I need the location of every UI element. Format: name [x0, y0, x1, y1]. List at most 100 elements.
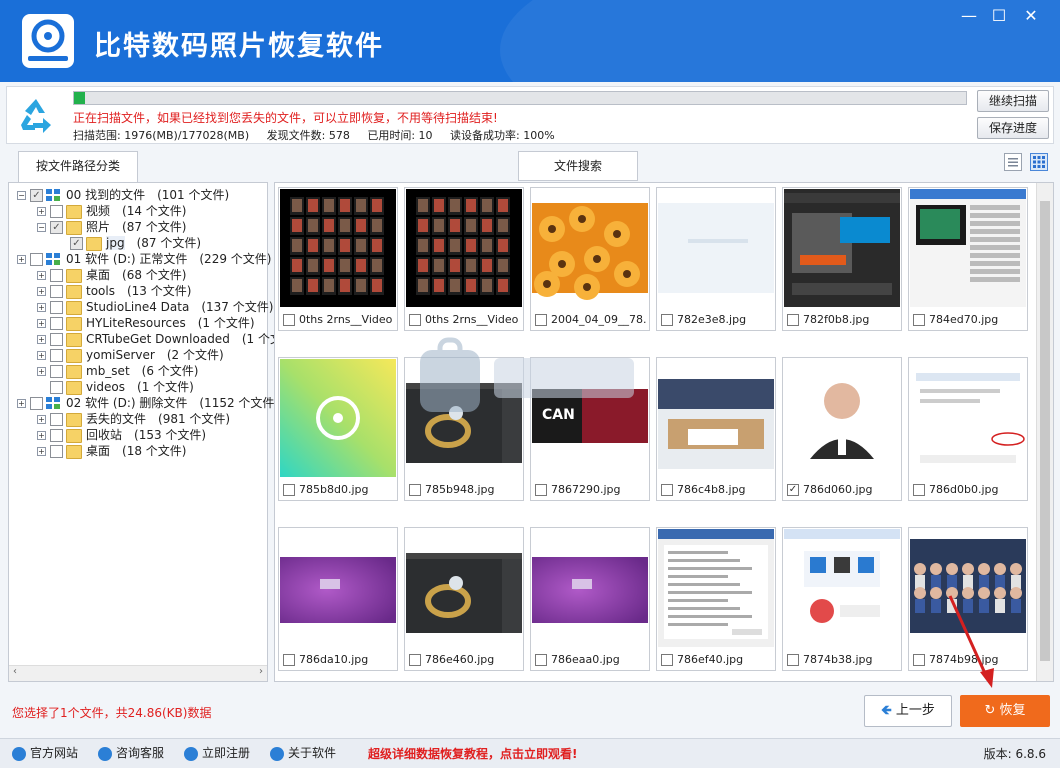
file-thumbnail-image[interactable]: CAN — [532, 359, 648, 477]
file-checkbox[interactable] — [283, 484, 295, 496]
register-link[interactable]: 立即注册 — [184, 745, 250, 761]
tree-checkbox[interactable] — [50, 429, 63, 442]
file-thumbnail-card[interactable]: 786c4b8.jpg — [656, 357, 776, 501]
tree-checkbox[interactable]: ✓ — [30, 189, 43, 202]
tree-item[interactable]: + 桌面 (18 个文件) — [37, 443, 186, 459]
expand-toggle-icon[interactable]: + — [37, 367, 46, 376]
tab-path-category[interactable]: 按文件路径分类 — [18, 151, 138, 183]
tree-item[interactable]: + 桌面 (68 个文件) — [37, 267, 186, 283]
file-thumbnail-card[interactable]: 2004_04_09__78... — [530, 187, 650, 331]
file-thumbnail-card[interactable]: 0ths 2rns__Video ... — [404, 187, 524, 331]
expand-toggle-icon[interactable]: + — [37, 447, 46, 456]
tree-item[interactable]: +videos(1 个文件) — [37, 379, 194, 395]
file-thumbnail-image[interactable] — [910, 189, 1026, 307]
continue-scan-button[interactable]: 继续扫描 — [977, 90, 1049, 112]
about-link[interactable]: 关于软件 — [270, 745, 336, 761]
file-thumbnail-image[interactable] — [910, 529, 1026, 647]
file-thumbnail-card[interactable]: 7874b98.jpg — [908, 527, 1028, 671]
file-thumbnail-image[interactable] — [280, 529, 396, 647]
tab-file-search[interactable]: 文件搜索 — [518, 151, 638, 181]
file-thumbnail-image[interactable] — [784, 189, 900, 307]
file-checkbox[interactable] — [535, 484, 547, 496]
file-checkbox[interactable] — [409, 314, 421, 326]
tree-checkbox[interactable] — [50, 205, 63, 218]
tree-horizontal-scrollbar[interactable]: ‹ › — [9, 665, 267, 681]
tree-item[interactable]: +02 软件 (D:) 删除文件 (1152 个文件) — [17, 395, 279, 411]
tree-checkbox[interactable] — [50, 413, 63, 426]
file-thumbnail-image[interactable] — [784, 359, 900, 477]
file-checkbox[interactable] — [661, 314, 673, 326]
file-checkbox[interactable] — [409, 484, 421, 496]
tree-checkbox[interactable] — [50, 381, 63, 394]
scroll-right-icon[interactable]: › — [259, 666, 263, 677]
grid-vertical-scrollbar[interactable] — [1036, 183, 1053, 681]
file-thumbnail-card[interactable]: 0ths 2rns__Video ... — [278, 187, 398, 331]
tree-checkbox[interactable]: ✓ — [50, 221, 63, 234]
file-thumbnail-image[interactable] — [658, 359, 774, 477]
expand-toggle-icon[interactable]: + — [37, 287, 46, 296]
file-checkbox[interactable] — [283, 314, 295, 326]
file-thumbnail-card[interactable]: 782e3e8.jpg — [656, 187, 776, 331]
file-thumbnail-image[interactable] — [784, 529, 900, 647]
tree-checkbox[interactable] — [50, 285, 63, 298]
close-button[interactable]: ✕ — [1020, 6, 1042, 26]
official-website-link[interactable]: 官方网站 — [12, 745, 78, 761]
tree-item[interactable]: +✓jpg(87 个文件) — [57, 235, 201, 251]
expand-toggle-icon[interactable]: + — [37, 351, 46, 360]
tree-checkbox[interactable]: ✓ — [70, 237, 83, 250]
expand-toggle-icon[interactable]: + — [37, 207, 46, 216]
file-thumbnail-card[interactable]: 786ef40.jpg — [656, 527, 776, 671]
tree-item[interactable]: + CRTubeGet Downloaded (1 个文件 — [37, 331, 294, 347]
tree-item[interactable]: + 视频 (14 个文件) — [37, 203, 186, 219]
tree-item[interactable]: + yomiServer (2 个文件) — [37, 347, 224, 363]
file-checkbox[interactable]: ✓ — [787, 484, 799, 496]
tree-checkbox[interactable] — [50, 445, 63, 458]
tree-item[interactable]: + mb_set (6 个文件) — [37, 363, 198, 379]
file-thumbnail-card[interactable]: 784ed70.jpg — [908, 187, 1028, 331]
recover-button[interactable]: ↻ 恢复 — [960, 695, 1050, 727]
file-checkbox[interactable] — [913, 654, 925, 666]
maximize-button[interactable]: ☐ — [988, 6, 1010, 26]
tree-checkbox[interactable] — [50, 349, 63, 362]
file-thumbnail-image[interactable] — [280, 359, 396, 477]
file-thumbnail-card[interactable]: 785b948.jpg — [404, 357, 524, 501]
tree-checkbox[interactable] — [30, 253, 43, 266]
customer-support-link[interactable]: 咨询客服 — [98, 745, 164, 761]
tree-item[interactable]: + StudioLine4 Data (137 个文件) — [37, 299, 273, 315]
file-checkbox[interactable] — [913, 314, 925, 326]
file-checkbox[interactable] — [787, 314, 799, 326]
file-checkbox[interactable] — [661, 484, 673, 496]
file-thumbnail-image[interactable] — [532, 529, 648, 647]
file-checkbox[interactable] — [283, 654, 295, 666]
expand-toggle-icon[interactable]: + — [17, 399, 26, 408]
file-thumbnail-card[interactable]: CAN 7867290.jpg — [530, 357, 650, 501]
file-thumbnail-card[interactable]: 7874b38.jpg — [782, 527, 902, 671]
list-view-icon[interactable] — [1004, 153, 1022, 171]
file-checkbox[interactable] — [661, 654, 673, 666]
grid-view-icon[interactable] — [1030, 153, 1048, 171]
file-thumbnail-card[interactable]: 782f0b8.jpg — [782, 187, 902, 331]
file-thumbnail-card[interactable]: 785b8d0.jpg — [278, 357, 398, 501]
expand-toggle-icon[interactable]: + — [17, 255, 26, 264]
file-checkbox[interactable] — [913, 484, 925, 496]
file-thumbnail-image[interactable] — [280, 189, 396, 307]
file-thumbnail-card[interactable]: 786d0b0.jpg — [908, 357, 1028, 501]
tree-checkbox[interactable] — [50, 269, 63, 282]
tree-checkbox[interactable] — [50, 317, 63, 330]
file-thumbnail-image[interactable] — [532, 189, 648, 307]
expand-toggle-icon[interactable]: + — [37, 319, 46, 328]
file-checkbox[interactable] — [409, 654, 421, 666]
tree-item[interactable]: + tools (13 个文件) — [37, 283, 191, 299]
expand-toggle-icon[interactable]: + — [37, 415, 46, 424]
file-thumbnail-card[interactable]: 786e460.jpg — [404, 527, 524, 671]
scroll-left-icon[interactable]: ‹ — [13, 666, 17, 677]
expand-toggle-icon[interactable]: − — [37, 223, 46, 232]
file-thumbnail-card[interactable]: 786da10.jpg — [278, 527, 398, 671]
tree-checkbox[interactable] — [50, 333, 63, 346]
minimize-button[interactable]: — — [958, 6, 980, 26]
file-thumbnail-image[interactable] — [910, 359, 1026, 477]
file-thumbnail-image[interactable] — [658, 189, 774, 307]
expand-toggle-icon[interactable]: − — [17, 191, 26, 200]
tree-checkbox[interactable] — [50, 365, 63, 378]
tree-item[interactable]: − ✓ 照片 (87 个文件) — [37, 219, 186, 235]
